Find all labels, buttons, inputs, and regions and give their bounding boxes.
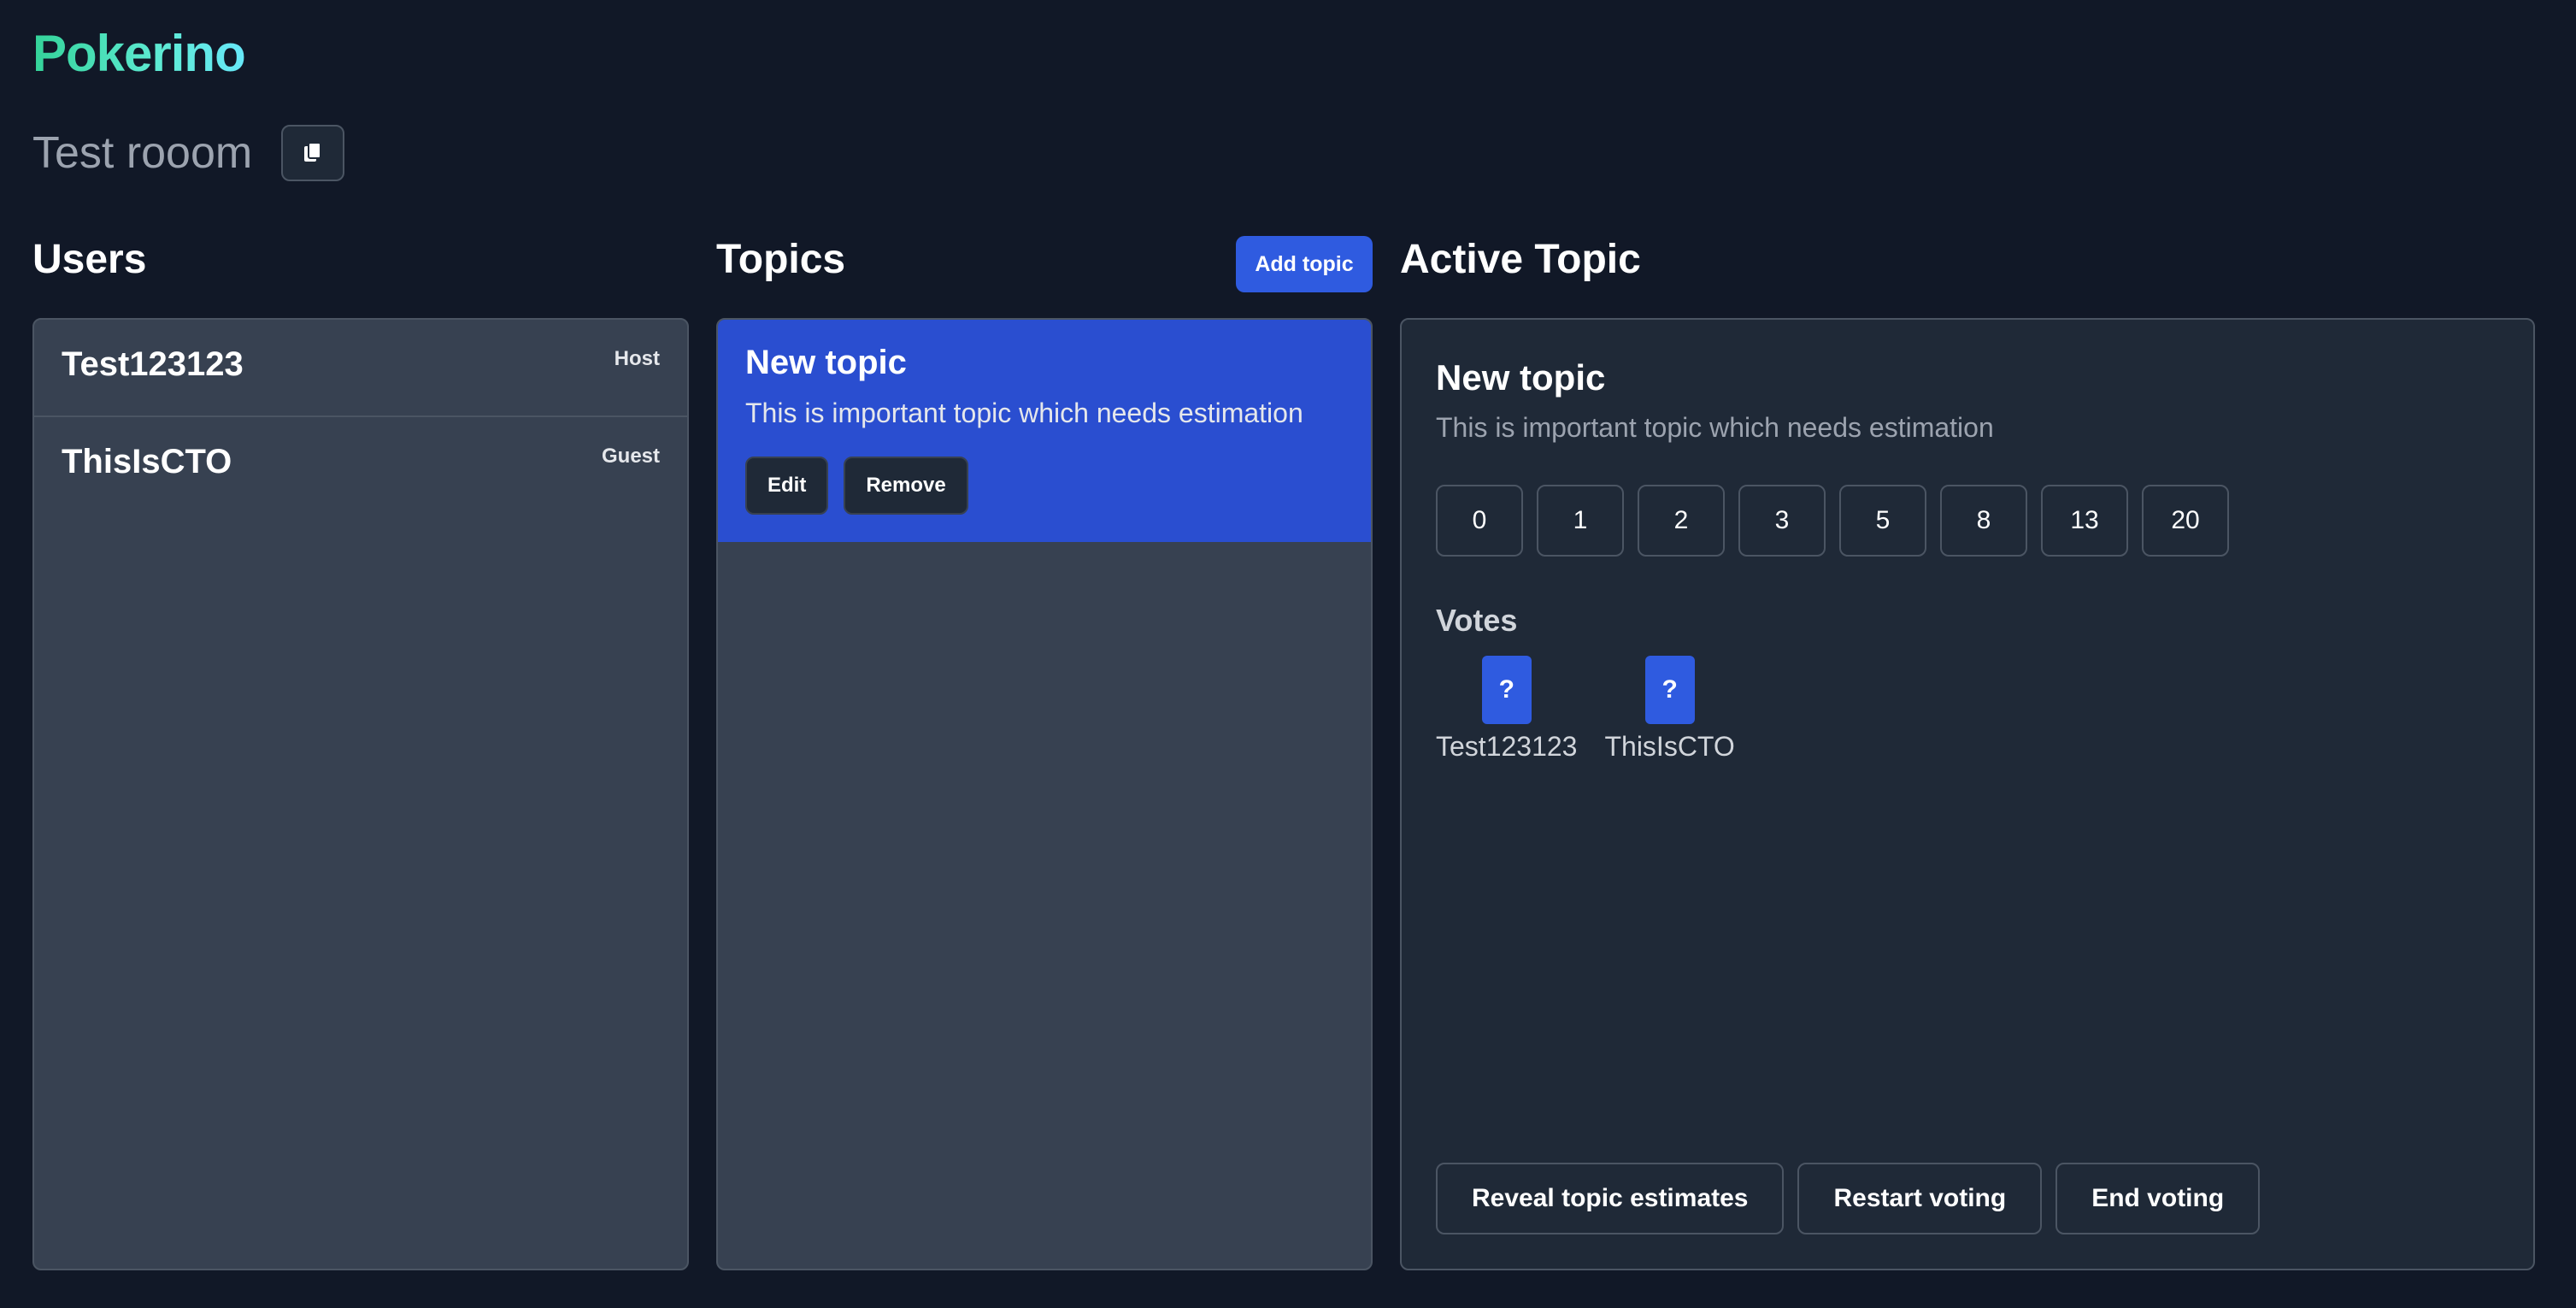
- vote-card-hidden: ?: [1644, 656, 1695, 724]
- estimate-card-3[interactable]: 3: [1738, 485, 1826, 557]
- active-topic-description: This is important topic which needs esti…: [1436, 412, 1994, 443]
- copy-room-link-button[interactable]: [281, 125, 345, 181]
- estimate-card-5[interactable]: 5: [1839, 485, 1926, 557]
- estimate-card-1[interactable]: 1: [1537, 485, 1624, 557]
- vote-card-hidden: ?: [1481, 656, 1532, 724]
- user-row: ThisIsCTO Guest: [34, 417, 687, 515]
- votes-heading: Votes: [1436, 603, 1518, 638]
- active-topic-title: New topic: [1436, 357, 1606, 398]
- user-role-badge: Guest: [601, 445, 660, 468]
- topic-actions: Edit Remove: [745, 457, 1344, 515]
- vote-user-name: ThisIsCTO: [1604, 731, 1735, 762]
- edit-topic-button[interactable]: Edit: [745, 457, 829, 515]
- topic-description: This is important topic which needs esti…: [745, 398, 1303, 428]
- end-voting-button[interactable]: End voting: [2056, 1163, 2261, 1234]
- copy-icon: [304, 142, 322, 162]
- estimate-card-20[interactable]: 20: [2142, 485, 2229, 557]
- estimate-card-0[interactable]: 0: [1436, 485, 1523, 557]
- active-topic-panel: New topic This is important topic which …: [1400, 318, 2535, 1270]
- users-heading: Users: [32, 237, 147, 282]
- active-topic-heading: Active Topic: [1400, 237, 1641, 282]
- vote-user-name: Test123123: [1436, 731, 1578, 762]
- estimate-cards: 0 1 2 3 5 8 13 20: [1436, 485, 2499, 557]
- users-panel: Test123123 Host ThisIsCTO Guest: [32, 318, 689, 1270]
- user-name: Test123123: [62, 345, 244, 383]
- voting-actions: Reveal topic estimates Restart voting En…: [1436, 1163, 2261, 1234]
- vote-item: ? Test123123: [1436, 656, 1577, 763]
- user-role-badge: Host: [614, 347, 660, 370]
- room-header: Test rooom: [32, 125, 345, 181]
- vote-item: ? ThisIsCTO: [1604, 656, 1735, 763]
- estimate-card-2[interactable]: 2: [1638, 485, 1725, 557]
- reveal-estimates-button[interactable]: Reveal topic estimates: [1436, 1163, 1785, 1234]
- topics-panel: New topic This is important topic which …: [716, 318, 1373, 1270]
- app-logo: Pokerino: [32, 25, 246, 82]
- estimate-card-13[interactable]: 13: [2041, 485, 2128, 557]
- user-name: ThisIsCTO: [62, 443, 232, 480]
- remove-topic-button[interactable]: Remove: [844, 457, 968, 515]
- votes-list: ? Test123123 ? ThisIsCTO: [1436, 656, 2499, 763]
- restart-voting-button[interactable]: Restart voting: [1797, 1163, 2043, 1234]
- topics-heading: Topics: [716, 237, 846, 282]
- user-row: Test123123 Host: [34, 320, 687, 417]
- add-topic-button[interactable]: Add topic: [1236, 236, 1373, 292]
- room-title: Test rooom: [32, 128, 253, 178]
- topic-card-selected[interactable]: New topic This is important topic which …: [718, 320, 1371, 542]
- topic-title: New topic: [745, 344, 907, 381]
- estimate-card-8[interactable]: 8: [1940, 485, 2027, 557]
